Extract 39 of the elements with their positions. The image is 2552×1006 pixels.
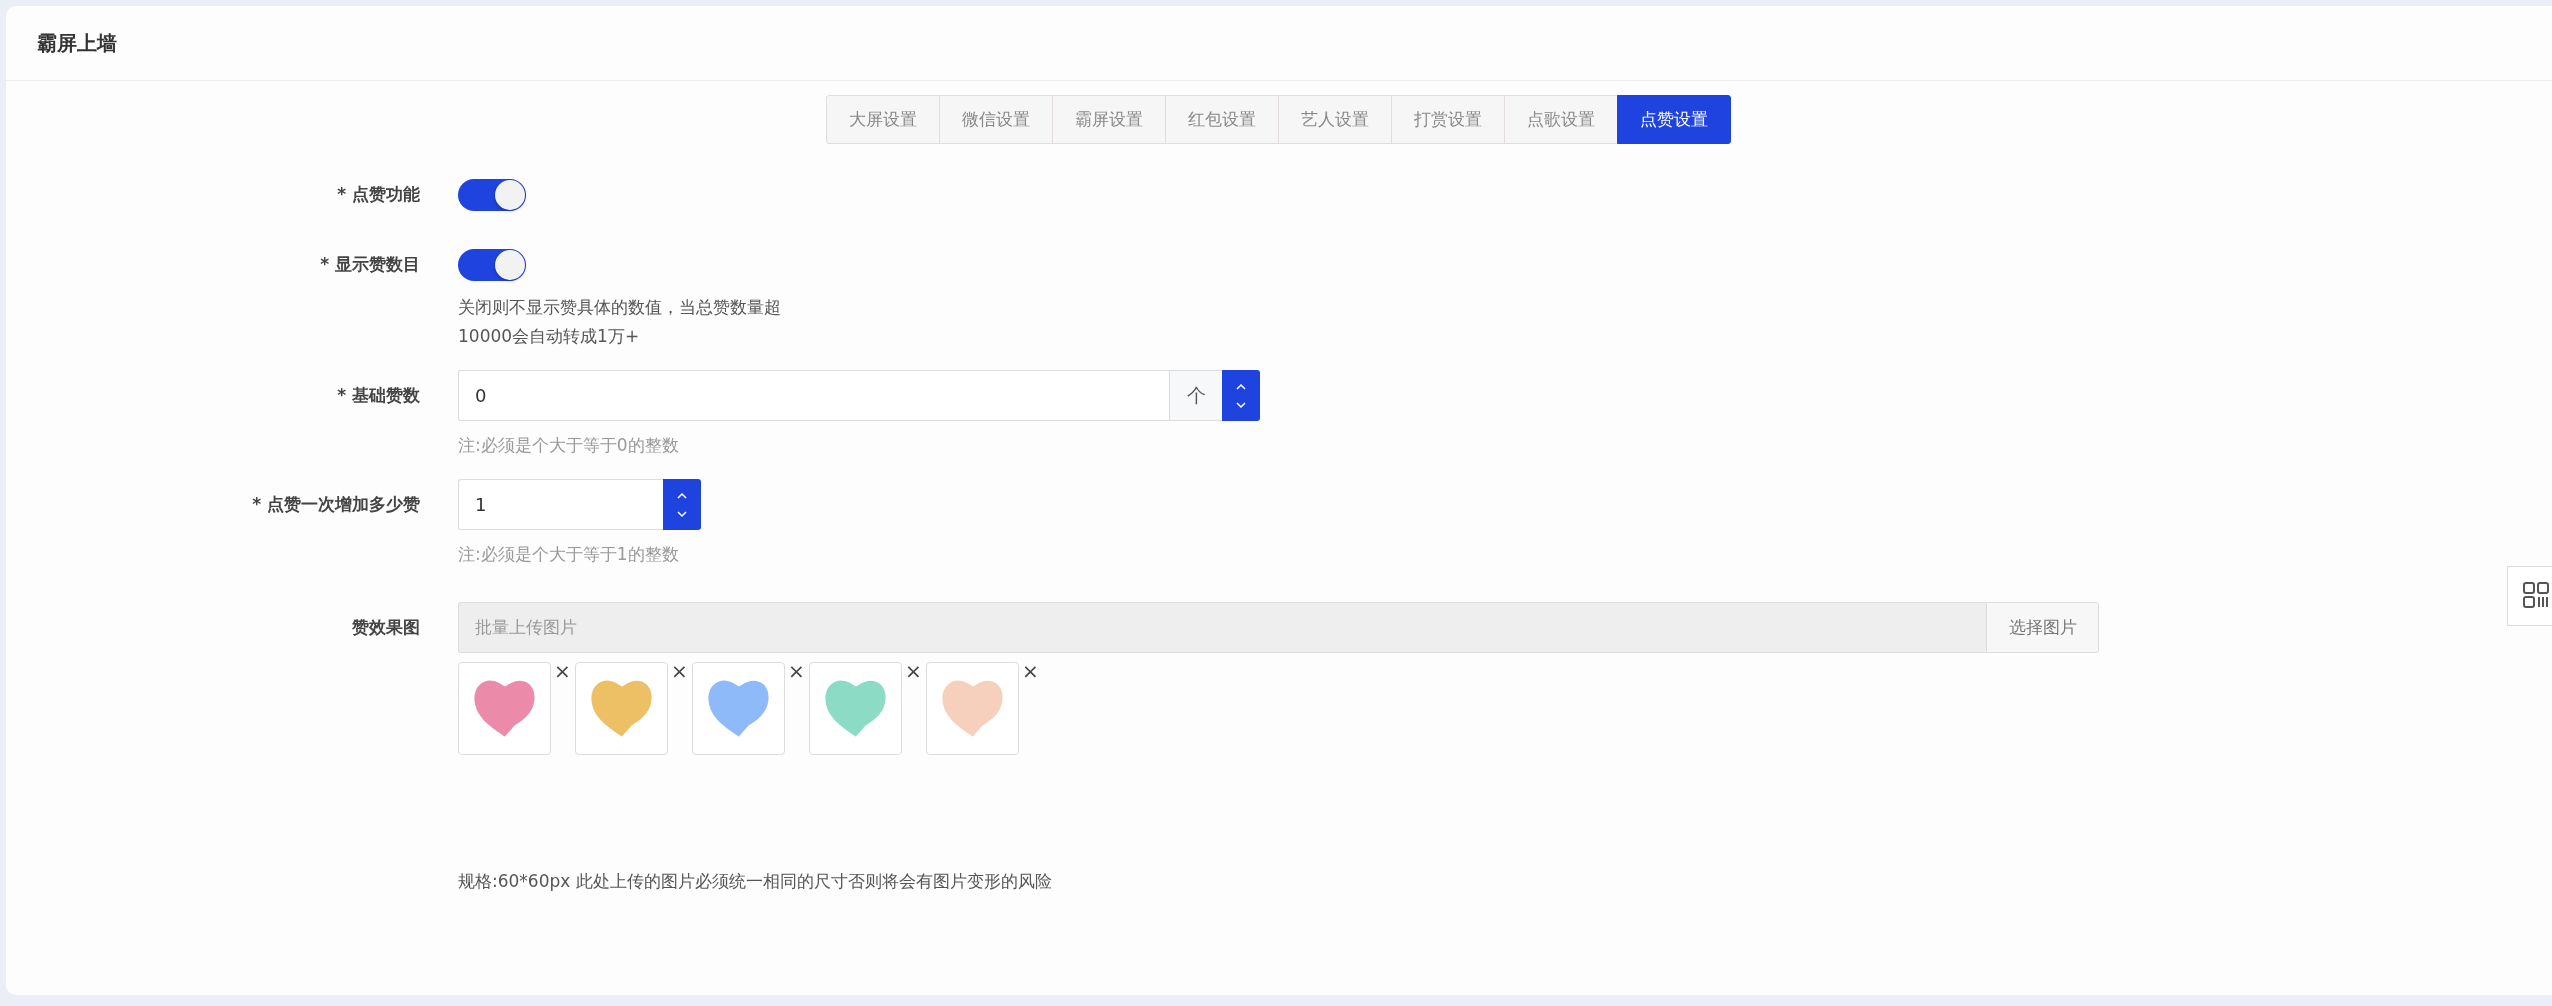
field-label: 赞效果图 xyxy=(351,616,420,639)
remove-icon[interactable]: × xyxy=(554,662,571,680)
number-input[interactable]: 1 xyxy=(458,479,663,530)
side-panel-button[interactable] xyxy=(2507,566,2552,626)
choose-image-button[interactable]: 选择图片 xyxy=(1986,602,2099,653)
grid-icon xyxy=(2522,581,2552,611)
help-text: 注:必须是个大于等于0的整数 xyxy=(458,435,680,455)
settings-tab[interactable]: 霸屏设置 xyxy=(1052,95,1166,144)
unit-label: 个 xyxy=(1169,370,1222,421)
settings-tab[interactable]: 大屏设置 xyxy=(826,95,940,144)
help-text: 注:必须是个大于等于1的整数 xyxy=(458,544,680,564)
settings-tab[interactable]: 微信设置 xyxy=(939,95,1053,144)
field-label: * 点赞功能 xyxy=(336,183,420,206)
spec-note: 规格:60*60px 此处上传的图片必须统一相同的尺寸否则将会有图片变形的风险 xyxy=(458,870,1053,893)
chevron-down-icon xyxy=(676,509,688,518)
chevron-up-icon xyxy=(1235,382,1247,391)
settings-tab[interactable]: 点歌设置 xyxy=(1504,95,1618,144)
field-label: * 基础赞数 xyxy=(336,384,420,407)
settings-tab[interactable]: 点赞设置 xyxy=(1617,95,1731,144)
remove-icon[interactable]: × xyxy=(905,662,922,680)
number-input[interactable]: 0 xyxy=(458,370,1169,421)
settings-tab[interactable]: 红包设置 xyxy=(1165,95,1279,144)
chevron-up-icon xyxy=(676,491,688,500)
toggle-switch[interactable] xyxy=(458,249,526,281)
number-spinner[interactable] xyxy=(663,479,701,530)
number-spinner[interactable] xyxy=(1222,370,1260,421)
settings-tab[interactable]: 艺人设置 xyxy=(1278,95,1392,144)
help-text: 关闭则不显示赞具体的数值，当总赞数量超 xyxy=(458,297,781,317)
help-text: 10000会自动转成1万+ xyxy=(458,326,641,346)
remove-icon[interactable]: × xyxy=(1022,662,1039,680)
page-title: 霸屏上墙 xyxy=(37,29,117,57)
chevron-down-icon xyxy=(1235,400,1247,409)
field-label: * 点赞一次增加多少赞 xyxy=(251,493,420,516)
upload-field[interactable]: 批量上传图片 xyxy=(458,602,1986,653)
remove-icon[interactable]: × xyxy=(671,662,688,680)
field-label: * 显示赞数目 xyxy=(319,253,420,276)
settings-tab[interactable]: 打赏设置 xyxy=(1391,95,1505,144)
remove-icon[interactable]: × xyxy=(788,662,805,680)
toggle-switch[interactable] xyxy=(458,179,526,211)
